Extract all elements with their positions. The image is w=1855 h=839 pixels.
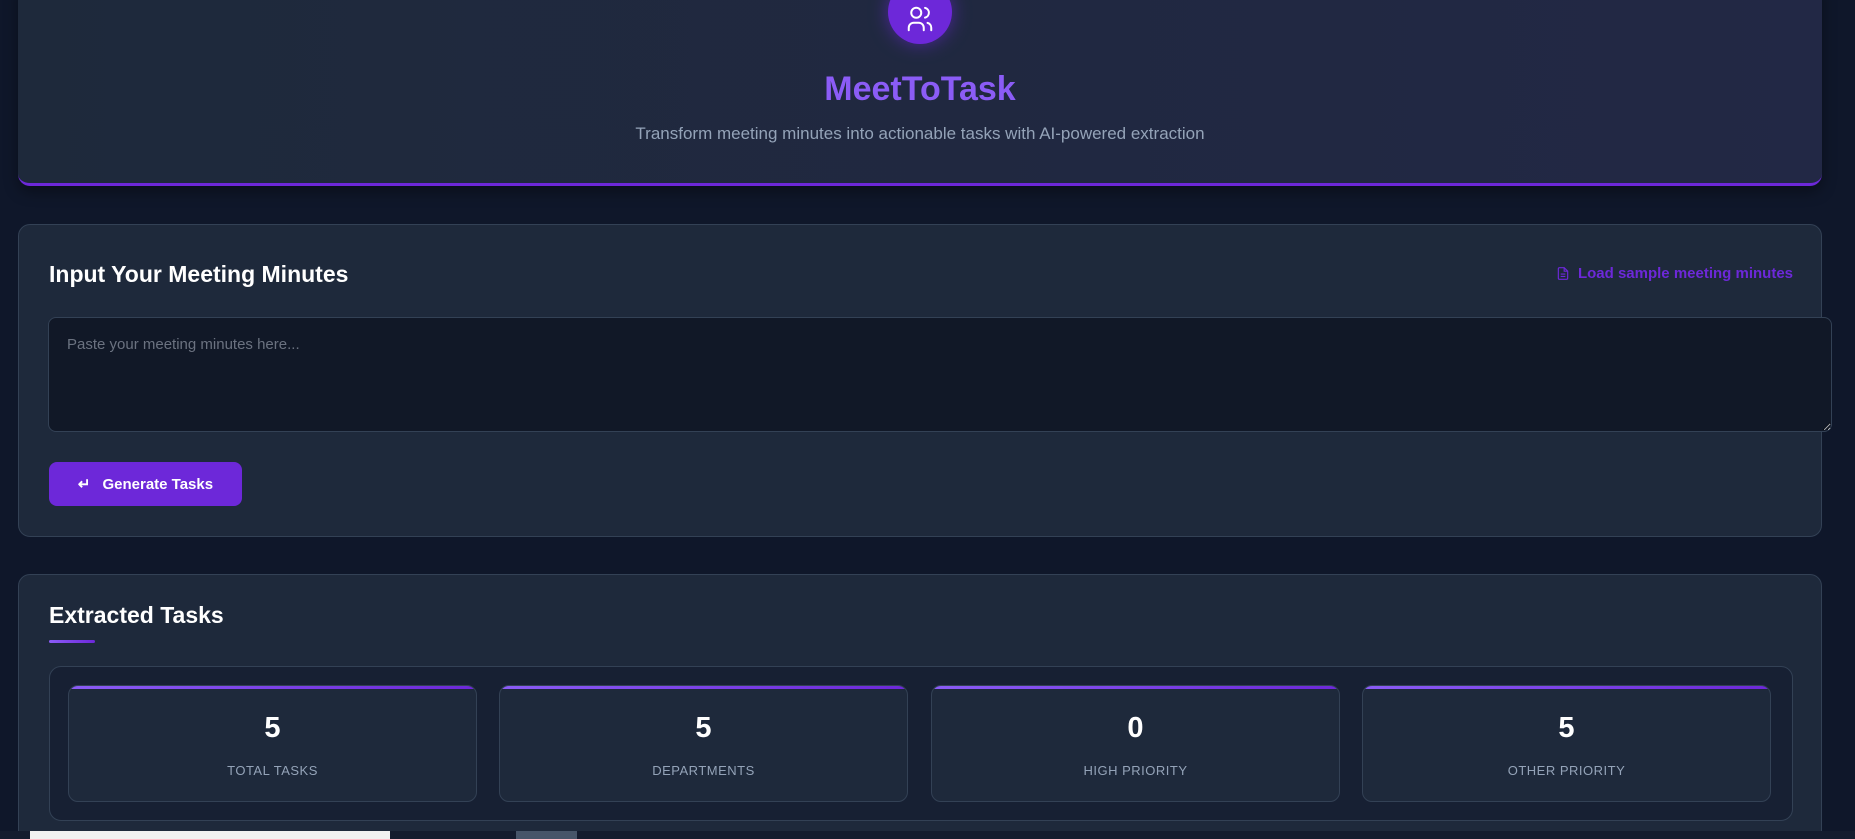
load-sample-label: Load sample meeting minutes <box>1577 265 1793 282</box>
load-sample-link[interactable]: Load sample meeting minutes <box>1556 265 1793 282</box>
stat-value: 5 <box>1558 712 1575 744</box>
stat-value: 5 <box>695 712 712 744</box>
heading-underline <box>49 640 95 643</box>
extracted-tasks-heading: Extracted Tasks <box>49 602 224 628</box>
generate-tasks-label: Generate Tasks <box>102 475 214 493</box>
stat-label: DEPARTMENTS <box>652 763 755 778</box>
generate-tasks-button[interactable]: ↵ Generate Tasks <box>49 462 242 506</box>
extracted-tasks-card: Extracted Tasks 5 TOTAL TASKS 5 DEPARTMENT… <box>18 574 1822 839</box>
app-subtitle: Transform meeting minutes into actionabl… <box>635 124 1205 143</box>
input-heading: Input Your Meeting Minutes <box>49 261 349 287</box>
stat-high-priority: 0 HIGH PRIORITY <box>931 685 1340 802</box>
meeting-minutes-input[interactable] <box>48 317 1832 432</box>
stat-departments: 5 DEPARTMENTS <box>499 685 908 802</box>
bottom-bar-white-segment <box>30 831 390 839</box>
stat-value: 5 <box>264 712 281 744</box>
stat-label: TOTAL TASKS <box>227 763 318 778</box>
stat-label: OTHER PRIORITY <box>1507 763 1626 778</box>
stat-label: HIGH PRIORITY <box>1083 763 1188 778</box>
bottom-bar-gray-segment <box>516 831 577 839</box>
stat-total-tasks: 5 TOTAL TASKS <box>68 685 477 802</box>
document-icon <box>1557 267 1569 280</box>
stats-container: 5 TOTAL TASKS 5 DEPARTMENTS 0 HIGH PRIORITY… <box>49 666 1793 821</box>
stat-other-priority: 5 OTHER PRIORITY <box>1362 685 1771 802</box>
stat-value: 0 <box>1127 712 1144 744</box>
enter-icon: ↵ <box>77 476 91 493</box>
app-title: MeetToTask <box>824 70 1016 108</box>
